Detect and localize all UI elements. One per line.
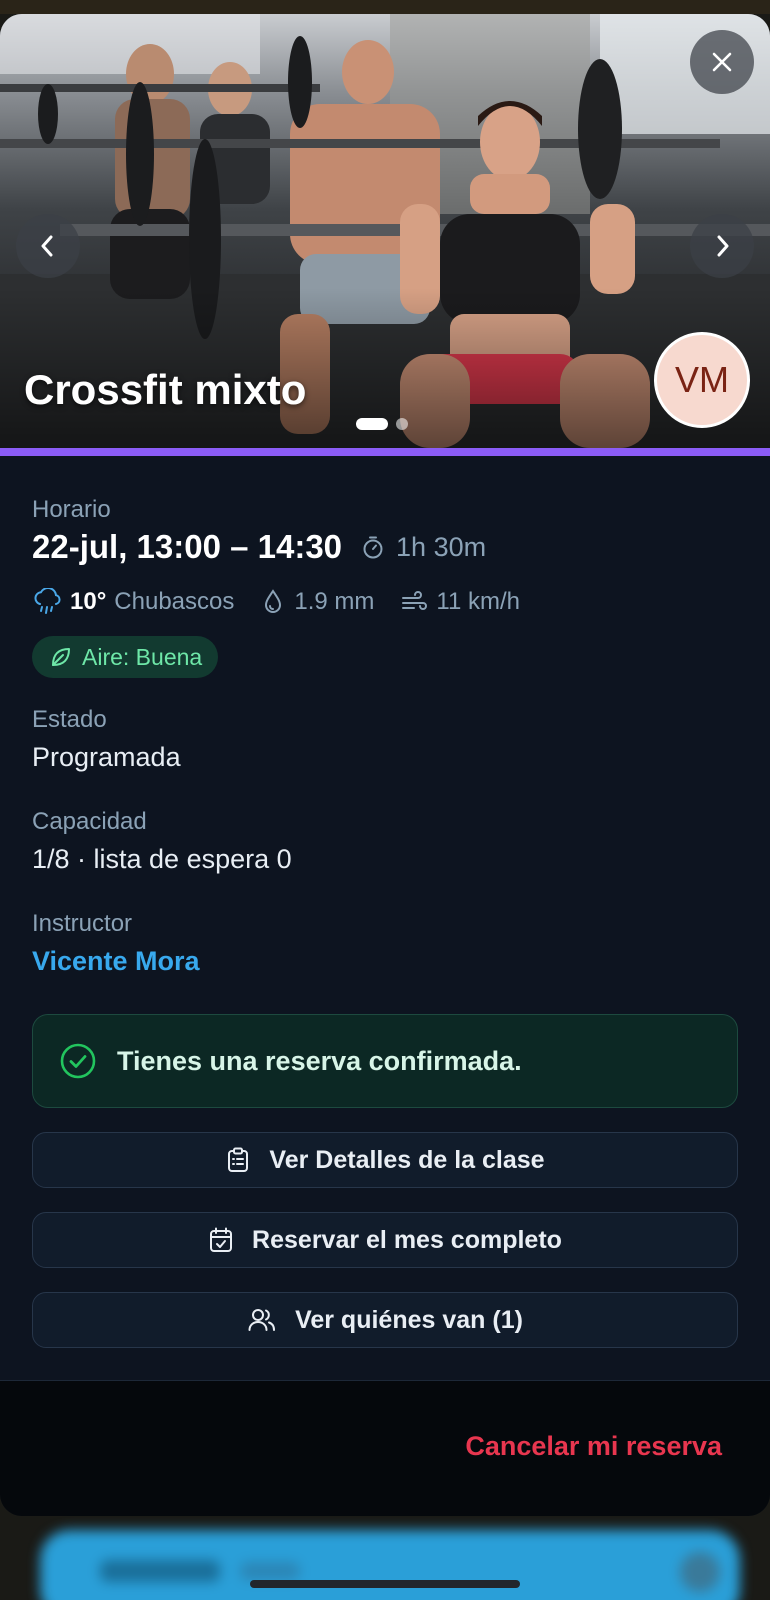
schedule-row: 22-jul, 13:00 – 14:30 1h 30m bbox=[32, 528, 486, 566]
instructor-avatar[interactable]: VM bbox=[654, 332, 750, 428]
air-quality-text: Aire: Buena bbox=[82, 643, 203, 670]
schedule-time: 22-jul, 13:00 – 14:30 bbox=[32, 528, 343, 565]
weather-rain: 1.9 mm bbox=[260, 588, 374, 616]
view-class-details-label: Ver Detalles de la clase bbox=[269, 1145, 545, 1174]
close-icon bbox=[712, 52, 732, 72]
class-detail-sheet: Crossfit mixto VM Horario 22-jul, 13:00 … bbox=[0, 14, 770, 1516]
carousel-dot-active[interactable] bbox=[356, 418, 388, 430]
class-title: Crossfit mixto bbox=[24, 366, 307, 413]
droplet-icon bbox=[265, 589, 282, 613]
close-button[interactable] bbox=[690, 30, 754, 94]
blurred-block bbox=[240, 1562, 300, 1580]
capacity-value: 1/8 · lista de espera 0 bbox=[32, 844, 292, 874]
weather-row: 10° Chubascos 1.9 mm 11 km/h bbox=[32, 588, 546, 616]
cancel-booking-button[interactable]: Cancelar mi reserva bbox=[465, 1431, 722, 1462]
next-image-button[interactable] bbox=[690, 214, 754, 278]
previous-image-button[interactable] bbox=[16, 214, 80, 278]
instructor-label: Instructor bbox=[32, 910, 133, 937]
blurred-circle bbox=[680, 1552, 720, 1592]
temperature: 10° bbox=[70, 588, 107, 615]
rain-text: 1.9 mm bbox=[294, 588, 375, 615]
blurred-block bbox=[100, 1560, 220, 1582]
confirmation-text: Tienes una reserva confirmada. bbox=[117, 1045, 522, 1076]
book-full-month-label: Reservar el mes completo bbox=[252, 1225, 562, 1254]
duration: 1h 30m bbox=[360, 532, 486, 563]
book-full-month-button[interactable]: Reservar el mes completo bbox=[32, 1212, 738, 1268]
hero-image: Crossfit mixto VM bbox=[0, 14, 770, 448]
clipboard-icon bbox=[228, 1147, 249, 1172]
background-content-blurred bbox=[40, 1530, 740, 1600]
booking-confirmation: Tienes una reserva confirmada. bbox=[32, 1014, 738, 1108]
status-label: Estado bbox=[32, 706, 107, 733]
stopwatch-icon bbox=[363, 536, 383, 559]
instructor-link[interactable]: Vicente Mora bbox=[32, 946, 200, 977]
view-attendees-label: Ver quiénes van (1) bbox=[295, 1305, 523, 1334]
condition-text: Chubascos bbox=[114, 588, 235, 615]
sheet-footer: Cancelar mi reserva bbox=[0, 1380, 770, 1516]
schedule-label: Horario bbox=[32, 496, 111, 523]
rain-cloud-icon bbox=[34, 588, 61, 614]
carousel-dot[interactable] bbox=[396, 418, 408, 430]
calendar-check-icon bbox=[210, 1227, 233, 1252]
status-strip bbox=[0, 0, 770, 14]
status-value: Programada bbox=[32, 742, 181, 772]
weather-condition: 10° Chubascos bbox=[32, 588, 234, 616]
wind-icon bbox=[402, 591, 428, 610]
check-circle-icon bbox=[60, 1043, 96, 1079]
chevron-right-icon bbox=[717, 235, 729, 257]
weather-wind: 11 km/h bbox=[400, 588, 520, 616]
air-quality-badge: Aire: Buena bbox=[32, 636, 219, 678]
chevron-left-icon bbox=[41, 235, 53, 257]
view-class-details-button[interactable]: Ver Detalles de la clase bbox=[32, 1132, 738, 1188]
capacity-label: Capacidad bbox=[32, 808, 147, 835]
home-indicator[interactable] bbox=[250, 1580, 520, 1588]
accent-bar bbox=[0, 448, 770, 456]
duration-text: 1h 30m bbox=[396, 531, 487, 562]
view-attendees-button[interactable]: Ver quiénes van (1) bbox=[32, 1292, 738, 1348]
carousel-indicator bbox=[356, 418, 408, 430]
wind-text: 11 km/h bbox=[436, 588, 520, 615]
leaf-icon bbox=[52, 648, 70, 666]
users-icon bbox=[248, 1309, 276, 1331]
